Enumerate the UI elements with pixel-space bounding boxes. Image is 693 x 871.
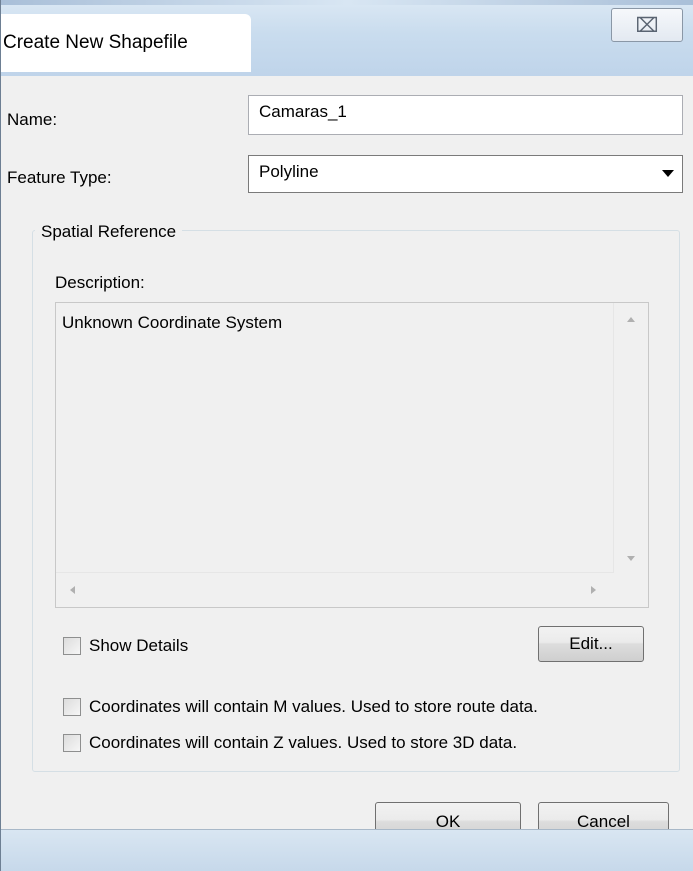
close-button[interactable]: ⌧: [611, 8, 683, 42]
create-new-shapefile-dialog: Create New Shapefile ⌧ Name: Camaras_1 F…: [0, 0, 693, 871]
m-values-row[interactable]: Coordinates will contain M values. Used …: [63, 697, 538, 717]
name-input-value: Camaras_1: [259, 102, 347, 121]
scroll-up-icon[interactable]: [627, 317, 635, 322]
vertical-scrollbar[interactable]: [613, 303, 648, 573]
dialog-title: Create New Shapefile: [3, 32, 188, 53]
show-details-label: Show Details: [89, 636, 189, 655]
scroll-right-icon[interactable]: [591, 586, 596, 594]
name-label: Name:: [7, 110, 58, 129]
feature-type-label: Feature Type:: [7, 168, 112, 187]
show-details-row[interactable]: Show Details: [63, 636, 188, 656]
description-box[interactable]: Unknown Coordinate System: [55, 302, 649, 608]
description-label: Description:: [55, 273, 145, 292]
close-icon: ⌧: [635, 14, 659, 37]
feature-type-select[interactable]: Polyline: [248, 155, 683, 193]
m-values-checkbox[interactable]: [63, 698, 81, 716]
chevron-down-icon: [662, 170, 674, 177]
scroll-left-icon[interactable]: [70, 586, 75, 594]
title-bar: Create New Shapefile ⌧: [1, 0, 693, 77]
feature-type-value: Polyline: [259, 162, 319, 181]
m-values-label: Coordinates will contain M values. Used …: [89, 697, 538, 716]
scroll-down-icon[interactable]: [627, 556, 635, 561]
name-input[interactable]: Camaras_1: [248, 95, 683, 135]
scrollbar-corner: [614, 573, 648, 607]
spatial-reference-legend: Spatial Reference: [35, 222, 183, 242]
horizontal-scrollbar[interactable]: [56, 572, 614, 607]
show-details-checkbox[interactable]: [63, 637, 81, 655]
z-values-checkbox[interactable]: [63, 734, 81, 752]
dialog-body: Name: Camaras_1 Feature Type: Polyline S…: [1, 76, 693, 841]
z-values-row[interactable]: Coordinates will contain Z values. Used …: [63, 733, 517, 753]
window-bottom-frame: [1, 829, 693, 871]
z-values-label: Coordinates will contain Z values. Used …: [89, 733, 518, 752]
edit-button[interactable]: Edit...: [538, 626, 644, 662]
description-text: Unknown Coordinate System: [62, 313, 283, 332]
